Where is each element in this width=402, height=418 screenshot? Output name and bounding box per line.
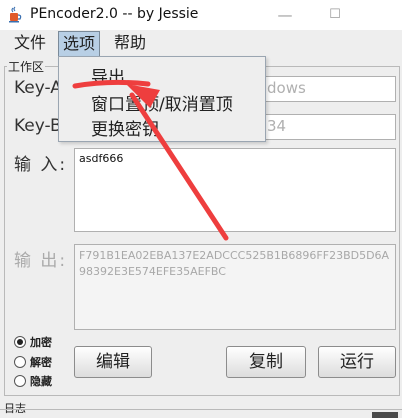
mode-decrypt[interactable]: 解密 bbox=[14, 354, 52, 372]
options-dropdown: 导出 窗口置顶/取消置顶 更换密钥 bbox=[58, 56, 266, 142]
radio-decrypt[interactable] bbox=[14, 356, 26, 368]
log-legend: 日志 bbox=[4, 402, 26, 415]
key-a-value: dows bbox=[267, 79, 306, 97]
menu-options[interactable]: 选项 bbox=[58, 31, 101, 57]
edit-button[interactable]: 编辑 bbox=[74, 346, 152, 378]
copy-button[interactable]: 复制 bbox=[226, 346, 306, 378]
input-label: 输 入: bbox=[14, 155, 68, 175]
window-title: PEncoder2.0 -- by Jessie bbox=[30, 6, 199, 22]
key-b-value: 34 bbox=[267, 117, 287, 135]
log-divider bbox=[0, 409, 402, 410]
input-textarea[interactable]: asdf666 bbox=[74, 148, 396, 232]
run-button[interactable]: 运行 bbox=[318, 346, 396, 378]
mode-decrypt-label: 解密 bbox=[30, 356, 52, 369]
key-a-field[interactable]: dows bbox=[264, 76, 396, 102]
menu-help[interactable]: 帮助 bbox=[110, 31, 150, 55]
key-a-label: Key-A bbox=[14, 78, 62, 98]
maximize-button[interactable]: ☐ bbox=[312, 0, 358, 30]
output-textarea[interactable]: F791B1EA02EBA137E2ADCCC525B1B6896FF23BD5… bbox=[74, 244, 396, 330]
mode-hide-label: 隐藏 bbox=[30, 375, 52, 388]
title-bar: PEncoder2.0 -- by Jessie — ☐ bbox=[0, 0, 402, 31]
radio-hide[interactable] bbox=[14, 375, 26, 387]
menu-item-export[interactable]: 导出 bbox=[91, 63, 125, 88]
mode-hide[interactable]: 隐藏 bbox=[14, 373, 52, 391]
output-text: F791B1EA02EBA137E2ADCCC525B1B6896FF23BD5… bbox=[79, 249, 390, 278]
radio-encrypt[interactable] bbox=[14, 336, 26, 348]
input-text: asdf666 bbox=[79, 152, 124, 165]
menu-item-change-key[interactable]: 更换密钥 bbox=[91, 115, 159, 140]
mode-encrypt[interactable]: 加密 bbox=[14, 334, 52, 352]
key-b-field[interactable]: 34 bbox=[264, 114, 396, 140]
mode-encrypt-label: 加密 bbox=[30, 336, 52, 349]
workspace-legend: 工作区 bbox=[8, 60, 45, 74]
minimize-button[interactable]: — bbox=[262, 0, 308, 30]
java-cup-icon bbox=[9, 6, 22, 23]
log-scrollbar[interactable] bbox=[372, 412, 398, 418]
key-b-label: Key-B bbox=[14, 116, 62, 136]
menu-file[interactable]: 文件 bbox=[10, 31, 50, 55]
menu-bar: 文件 选项 帮助 bbox=[0, 30, 402, 57]
output-label: 输 出: bbox=[14, 251, 68, 271]
menu-item-toggle-topmost[interactable]: 窗口置顶/取消置顶 bbox=[91, 90, 233, 115]
